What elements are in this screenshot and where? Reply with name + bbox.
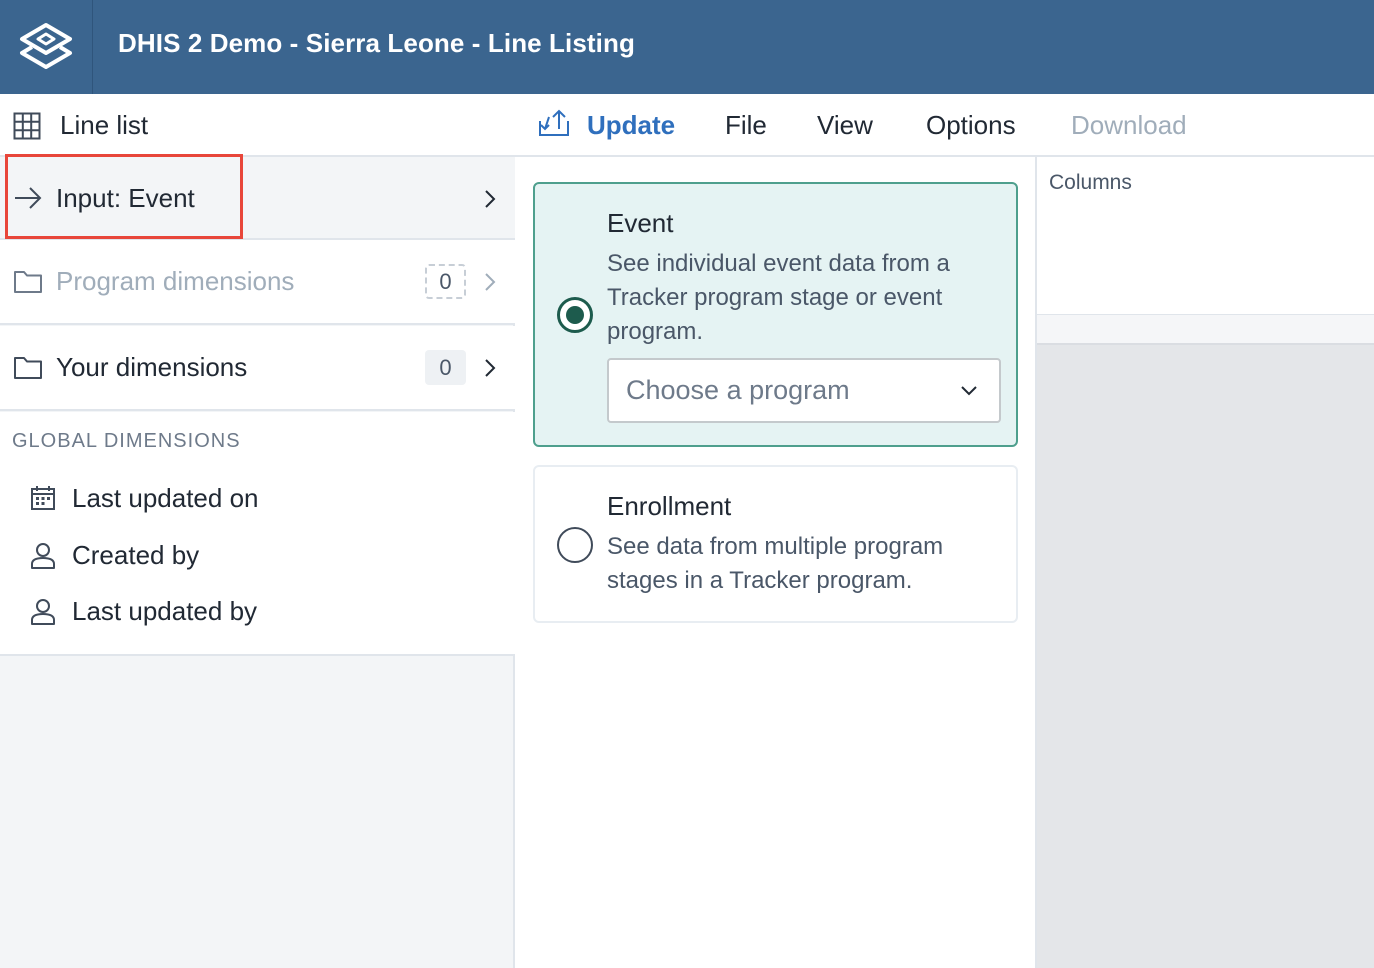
count-badge: 0 xyxy=(425,264,466,299)
enrollment-radio[interactable] xyxy=(557,527,593,563)
app-header: DHIS 2 Demo - Sierra Leone - Line Listin… xyxy=(0,0,1374,94)
program-select[interactable]: Choose a program xyxy=(607,358,1001,423)
global-dimensions-section: GLOBAL DIMENSIONS Last updated on Create… xyxy=(0,412,515,656)
count-badge: 0 xyxy=(425,350,466,385)
update-label: Update xyxy=(587,110,676,140)
annotation-highlight-box xyxy=(5,154,243,239)
columns-drop-area[interactable]: Columns xyxy=(1037,157,1374,315)
dimension-item-last-updated-by[interactable]: Last updated by xyxy=(30,594,430,630)
visualization-type-selector[interactable]: Line list xyxy=(0,94,515,157)
download-menu[interactable]: Download xyxy=(1071,110,1187,141)
update-button[interactable]: Update xyxy=(537,94,675,157)
radio-selected-dot xyxy=(566,306,584,324)
enrollment-title: Enrollment xyxy=(607,491,732,521)
sidebar-item-your-dimensions[interactable]: Your dimensions 0 xyxy=(0,326,515,411)
folder-icon xyxy=(13,354,43,385)
input-option-event[interactable]: Event See individual event data from a T… xyxy=(533,182,1018,447)
dimension-item-last-updated-on[interactable]: Last updated on xyxy=(30,481,430,517)
input-option-enrollment[interactable]: Enrollment See data from multiple progra… xyxy=(533,465,1018,623)
event-radio[interactable] xyxy=(557,297,593,333)
enrollment-description: See data from multiple program stages in… xyxy=(607,533,944,594)
dimension-label: Last updated by xyxy=(72,596,258,626)
chevron-right-icon xyxy=(481,271,499,298)
sidebar-item-program-dimensions[interactable]: Program dimensions 0 xyxy=(0,240,515,325)
dimension-label: Last updated on xyxy=(72,483,259,513)
app-title: DHIS 2 Demo - Sierra Leone - Line Listin… xyxy=(118,28,635,58)
user-icon xyxy=(30,542,56,575)
chevron-down-icon xyxy=(959,384,979,403)
folder-icon xyxy=(13,268,43,299)
dimension-label: Created by xyxy=(72,540,200,570)
view-menu[interactable]: View xyxy=(817,110,873,141)
filter-strip xyxy=(1037,315,1374,345)
toolbar: Update File View Options Download xyxy=(515,94,1374,157)
visualization-type-label: Line list xyxy=(60,110,149,140)
input-panel: Event See individual event data from a T… xyxy=(517,157,1035,968)
global-dimensions-heading: GLOBAL DIMENSIONS xyxy=(12,430,241,452)
file-menu[interactable]: File xyxy=(725,110,767,141)
chevron-right-icon xyxy=(481,357,499,384)
options-menu[interactable]: Options xyxy=(926,110,1016,141)
program-select-placeholder: Choose a program xyxy=(626,375,850,405)
sidebar-item-label: Your dimensions xyxy=(56,352,248,382)
chevron-right-icon xyxy=(481,188,499,215)
dhis2-logo-icon[interactable] xyxy=(0,0,93,94)
columns-label: Columns xyxy=(1049,171,1132,194)
user-icon xyxy=(30,598,56,631)
dimension-item-created-by[interactable]: Created by xyxy=(30,538,430,574)
update-icon xyxy=(537,107,571,144)
event-title: Event xyxy=(607,208,674,238)
calendar-icon xyxy=(30,485,56,516)
sidebar-item-label: Program dimensions xyxy=(56,266,295,296)
table-grid-icon xyxy=(13,112,41,145)
event-description: See individual event data from a Tracker… xyxy=(607,250,950,345)
layout-panel: Columns xyxy=(1035,157,1374,968)
